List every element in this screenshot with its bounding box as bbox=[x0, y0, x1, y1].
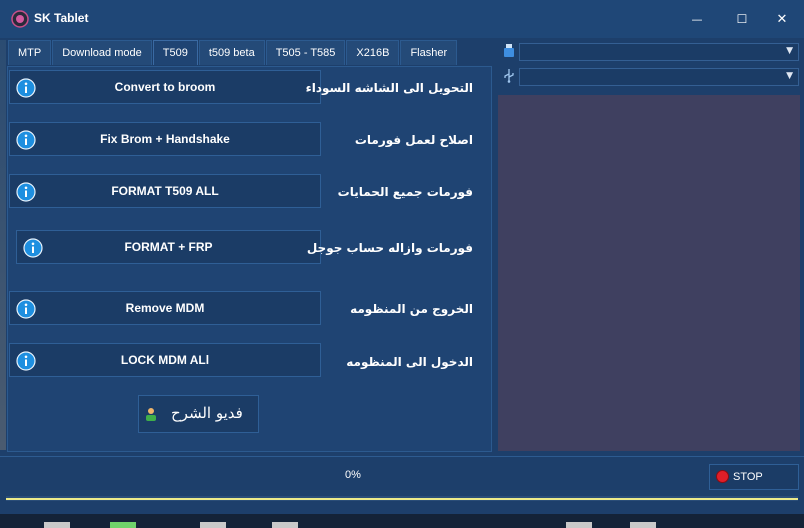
format-frp-label: FORMAT + FRP bbox=[124, 240, 213, 254]
format-frp-button[interactable]: FORMAT + FRP bbox=[16, 230, 321, 264]
convert-to-broom-description: التحويل الى الشاشه السوداء bbox=[305, 81, 473, 95]
remove-mdm-description: الخروج من المنظومه bbox=[350, 302, 473, 316]
taskbar-item[interactable] bbox=[110, 522, 136, 528]
stop-button[interactable]: STOP bbox=[709, 464, 799, 490]
taskbar-item[interactable] bbox=[272, 522, 298, 528]
video-tutorial-label: فديو الشرح bbox=[171, 404, 243, 422]
minimize-icon: — bbox=[691, 12, 703, 26]
title-bar: SK Tablet — ☐ ✕ bbox=[0, 0, 804, 38]
stop-icon bbox=[716, 470, 729, 483]
chevron-down-icon: ▼ bbox=[786, 46, 793, 56]
progress-rail bbox=[6, 498, 798, 500]
format-t509-all-description: فورمات جميع الحمايات bbox=[337, 185, 473, 199]
background-window-edge bbox=[0, 40, 6, 450]
lock-mdm-all-button[interactable]: LOCK MDM ALl bbox=[9, 343, 321, 377]
tab-download-mode[interactable]: Download mode bbox=[52, 40, 152, 65]
user-icon bbox=[146, 408, 156, 421]
fix-brom-handshake-label: Fix Brom + Handshake bbox=[100, 132, 230, 146]
maximize-icon: ☐ bbox=[736, 12, 748, 26]
chevron-down-icon: ▼ bbox=[786, 71, 793, 81]
app-logo-icon bbox=[11, 10, 29, 28]
tab-mtp[interactable]: MTP bbox=[8, 40, 52, 65]
taskbar-item[interactable] bbox=[200, 522, 226, 528]
fix-brom-handshake-button[interactable]: Fix Brom + Handshake bbox=[9, 122, 321, 156]
remove-mdm-label: Remove MDM bbox=[125, 301, 205, 315]
stop-label: STOP bbox=[733, 471, 763, 483]
log-output[interactable] bbox=[498, 95, 800, 451]
close-icon: ✕ bbox=[776, 11, 788, 27]
window-title: SK Tablet bbox=[34, 11, 89, 25]
tab-strip: MTP Download mode T509 t509 beta T505 - … bbox=[8, 40, 458, 66]
port-select-1[interactable]: ▼ bbox=[519, 43, 799, 61]
usb-symbol-icon bbox=[504, 69, 514, 83]
taskbar bbox=[0, 514, 804, 528]
tab-t505-t585[interactable]: T505 - T585 bbox=[265, 40, 346, 65]
format-frp-description: فورمات وازاله حساب جوجل bbox=[306, 241, 473, 255]
format-t509-all-label: FORMAT T509 ALL bbox=[111, 184, 219, 198]
divider bbox=[0, 456, 804, 457]
maximize-button[interactable]: ☐ bbox=[722, 6, 762, 32]
taskbar-item[interactable] bbox=[566, 522, 592, 528]
usb-drive-icon bbox=[504, 44, 514, 57]
lock-mdm-all-label: LOCK MDM ALl bbox=[120, 353, 210, 367]
taskbar-item[interactable] bbox=[44, 522, 70, 528]
tab-t509[interactable]: T509 bbox=[152, 40, 198, 65]
close-button[interactable]: ✕ bbox=[762, 6, 802, 32]
progress-percent: 0% bbox=[345, 469, 361, 481]
video-tutorial-button[interactable]: فديو الشرح bbox=[138, 395, 259, 433]
remove-mdm-button[interactable]: Remove MDM bbox=[9, 291, 321, 325]
lock-mdm-all-description: الدخول الى المنظومه bbox=[346, 355, 473, 369]
port-select-2[interactable]: ▼ bbox=[519, 68, 799, 86]
convert-to-broom-label: Convert to broom bbox=[114, 80, 216, 94]
minimize-button[interactable]: — bbox=[677, 6, 717, 32]
format-t509-all-button[interactable]: FORMAT T509 ALL bbox=[9, 174, 321, 208]
tab-flasher[interactable]: Flasher bbox=[400, 40, 458, 65]
tab-x216b[interactable]: X216B bbox=[346, 40, 400, 65]
tab-t509-beta[interactable]: t509 beta bbox=[198, 40, 265, 65]
fix-brom-handshake-description: اصلاح لعمل فورمات bbox=[354, 133, 473, 147]
taskbar-item[interactable] bbox=[630, 522, 656, 528]
convert-to-broom-button[interactable]: Convert to broom bbox=[9, 70, 321, 104]
